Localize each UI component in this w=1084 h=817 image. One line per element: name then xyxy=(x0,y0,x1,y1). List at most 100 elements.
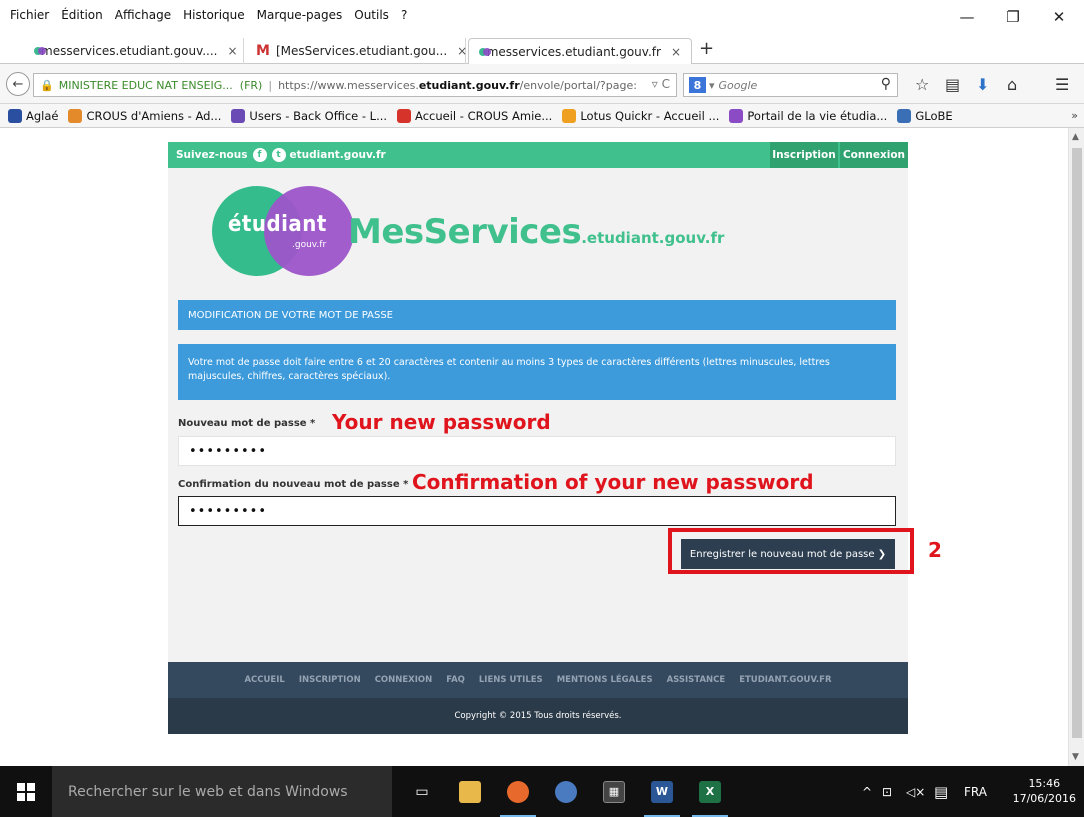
tab-gmail[interactable]: M [MesServices.etudiant.gou... × xyxy=(246,38,467,64)
tab-close-icon[interactable]: × xyxy=(457,44,467,58)
search-bar[interactable]: 8 ▾ Google ⚲ xyxy=(683,73,898,97)
bookmark-label: Lotus Quickr - Accueil ... xyxy=(580,108,720,123)
nav-bar: ← 🔒 MINISTERE EDUC NAT ENSEIG... (FR) | … xyxy=(0,64,1084,104)
start-button[interactable] xyxy=(0,766,52,817)
tab-close-icon[interactable]: × xyxy=(228,44,238,58)
footer-link[interactable]: ACCUEIL xyxy=(244,675,284,685)
search-engine-dropdown-icon[interactable]: ▾ xyxy=(709,79,715,92)
taskbar-calculator[interactable]: ▦ xyxy=(590,766,638,817)
menu-items: Fichier Édition Affichage Historique Marque-… xyxy=(10,8,407,22)
bookmark-item[interactable]: CROUS d'Amiens - Ad... xyxy=(68,108,221,123)
tab-messervices-active[interactable]: messervices.etudiant.gouv.fr × xyxy=(468,38,692,64)
taskbar-clock[interactable]: 15:46 17/06/2016 xyxy=(1013,776,1076,806)
site-top-bar: Suivez-nous f t etudiant.gouv.fr Inscrip… xyxy=(168,142,908,168)
bookmark-favicon-icon xyxy=(897,108,912,123)
bookmark-item[interactable]: Lotus Quickr - Accueil ... xyxy=(562,108,720,123)
taskbar-word[interactable]: W xyxy=(638,766,686,817)
annotation-highlight-box xyxy=(668,528,914,574)
menu-item[interactable]: Édition xyxy=(61,8,103,22)
scroll-up-icon[interactable]: ▲ xyxy=(1072,132,1079,142)
bookmarks-overflow-icon[interactable]: » xyxy=(1071,109,1078,122)
inscription-link[interactable]: Inscription xyxy=(770,142,838,168)
follow-domain[interactable]: etudiant.gouv.fr xyxy=(290,149,386,161)
bookmark-item[interactable]: Users - Back Office - L... xyxy=(231,108,387,123)
vertical-scrollbar[interactable]: ▲ ▼ xyxy=(1068,128,1084,766)
bookmarks-bar: Aglaé CROUS d'Amiens - Ad... Users - Back … xyxy=(0,104,1084,128)
tab-messervices-1[interactable]: messervices.etudiant.gouv.... × xyxy=(24,38,244,64)
url-bar[interactable]: 🔒 MINISTERE EDUC NAT ENSEIG... (FR) | ht… xyxy=(33,73,677,97)
footer-link[interactable]: INSCRIPTION xyxy=(299,675,361,685)
menu-item[interactable]: Affichage xyxy=(115,8,171,22)
tab-close-icon[interactable]: × xyxy=(671,45,681,59)
connexion-link[interactable]: Connexion xyxy=(840,142,908,168)
search-placeholder: Google xyxy=(718,78,758,92)
bookmark-item[interactable]: GLoBE xyxy=(897,108,953,123)
reading-list-icon[interactable]: ▤ xyxy=(945,75,960,94)
facebook-icon[interactable]: f xyxy=(252,148,267,162)
taskbar-excel[interactable]: X xyxy=(686,766,734,817)
menu-item[interactable]: Outils xyxy=(354,8,389,22)
clock-time: 15:46 xyxy=(1028,777,1061,790)
bookmark-favicon-icon xyxy=(231,108,246,123)
menu-item[interactable]: Marque-pages xyxy=(257,8,343,22)
menu-item[interactable]: ? xyxy=(401,8,407,22)
logo-circle-text: étudiant xyxy=(228,212,327,237)
menu-item[interactable]: Historique xyxy=(183,8,245,22)
language-indicator[interactable]: FRA xyxy=(964,766,987,817)
bookmark-label: Aglaé xyxy=(26,108,59,123)
restore-button[interactable]: ❐ xyxy=(990,0,1036,34)
new-tab-button[interactable]: + xyxy=(699,38,714,59)
twitter-icon[interactable]: t xyxy=(271,148,286,162)
footer-link[interactable]: CONNEXION xyxy=(375,675,433,685)
tab-title: [MesServices.etudiant.gou... xyxy=(275,44,448,58)
taskbar-file-explorer[interactable] xyxy=(446,766,494,817)
reload-icon[interactable]: ▿ C xyxy=(652,77,670,91)
new-password-label: Nouveau mot de passe * xyxy=(178,418,316,429)
bookmark-star-icon[interactable]: ☆ xyxy=(915,75,929,94)
tab-bar: messervices.etudiant.gouv.... × M [MesSe… xyxy=(0,34,1084,64)
network-icon[interactable]: ⊡ xyxy=(882,766,892,817)
notification-icon[interactable]: ▤ xyxy=(934,766,948,817)
url-text: https://www.messervices.etudiant.gouv.fr… xyxy=(278,78,637,92)
bookmark-label: GLoBE xyxy=(915,108,953,123)
menu-bar: Fichier Édition Affichage Historique Marque-… xyxy=(0,0,1084,34)
tray-up-arrow-icon[interactable]: ^ xyxy=(862,766,872,817)
bookmark-label: Portail de la vie étudia... xyxy=(747,108,888,123)
scroll-down-icon[interactable]: ▼ xyxy=(1072,752,1079,762)
close-window-button[interactable]: ✕ xyxy=(1036,0,1082,34)
new-password-input[interactable]: ••••••••• xyxy=(178,436,896,466)
site-copyright: Copyright © 2015 Tous droits réservés. xyxy=(168,698,908,734)
bookmark-item[interactable]: Portail de la vie étudia... xyxy=(729,108,888,123)
task-view-button[interactable]: ▭ xyxy=(398,766,446,817)
bookmark-item[interactable]: Aglaé xyxy=(8,108,59,123)
taskbar-search-box[interactable]: Rechercher sur le web et dans Windows xyxy=(52,766,392,817)
google-icon[interactable]: 8 xyxy=(689,77,706,93)
taskbar-firefox[interactable] xyxy=(494,766,542,817)
search-icon[interactable]: ⚲ xyxy=(881,76,891,92)
footer-link[interactable]: ASSISTANCE xyxy=(667,675,726,685)
download-icon[interactable]: ⬇ xyxy=(976,75,989,94)
footer-link[interactable]: MENTIONS LÉGALES xyxy=(557,675,653,685)
home-icon[interactable]: ⌂ xyxy=(1007,75,1017,94)
windows-logo-icon xyxy=(17,782,35,801)
back-arrow-icon[interactable]: ← xyxy=(6,72,30,96)
confirm-password-label: Confirmation du nouveau mot de passe * xyxy=(178,479,409,490)
footer-link[interactable]: ETUDIANT.GOUV.FR xyxy=(739,675,831,685)
footer-link[interactable]: LIENS UTILES xyxy=(479,675,543,685)
taskbar-thunderbird[interactable] xyxy=(542,766,590,817)
site-country: (FR) xyxy=(239,78,263,92)
footer-link[interactable]: FAQ xyxy=(446,675,465,685)
menu-item[interactable]: Fichier xyxy=(10,8,49,22)
excel-icon: X xyxy=(699,780,721,803)
tab-title: messervices.etudiant.gouv.fr xyxy=(486,44,661,59)
scrollbar-thumb[interactable] xyxy=(1072,148,1082,738)
confirm-password-input[interactable]: ••••••••• xyxy=(178,496,896,526)
site-logo[interactable]: étudiant .gouv.fr MesServices.etudiant.g… xyxy=(168,168,908,284)
minimize-button[interactable]: — xyxy=(944,0,990,34)
volume-icon[interactable]: ◁× xyxy=(906,766,925,817)
windows-taskbar: Rechercher sur le web et dans Windows ▭ … xyxy=(0,766,1084,817)
bookmark-item[interactable]: Accueil - CROUS Amie... xyxy=(397,108,552,123)
site-identity: MINISTERE EDUC NAT ENSEIG... xyxy=(58,78,233,92)
url-separator: | xyxy=(268,78,273,92)
hamburger-menu-icon[interactable]: ☰ xyxy=(1055,75,1069,94)
